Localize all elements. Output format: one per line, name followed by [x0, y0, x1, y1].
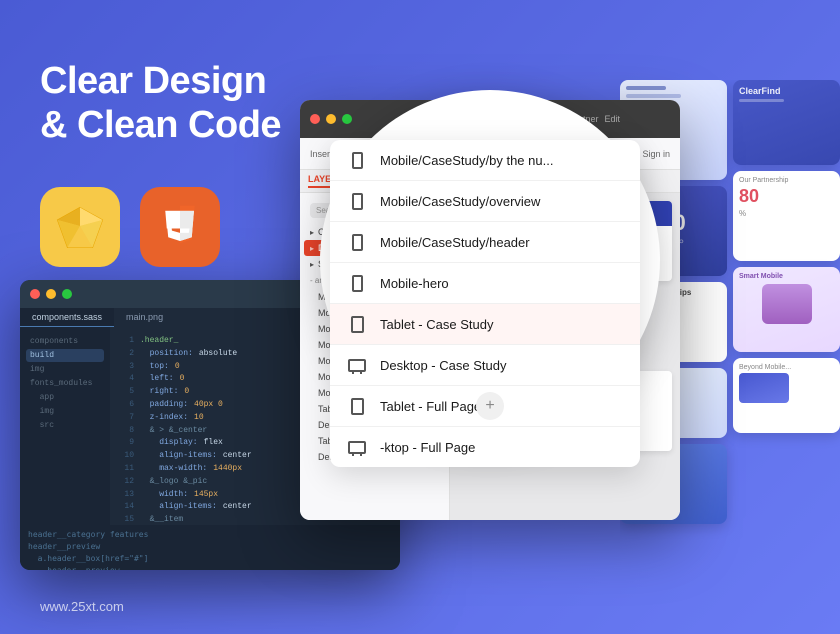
tablet-icon-2	[346, 397, 368, 415]
logos-row	[40, 187, 320, 267]
preview-thumb-8: Smart Mobile	[733, 267, 840, 352]
preview-thumb-6: ClearFind	[733, 80, 840, 165]
html5-logo	[140, 187, 220, 267]
sidebar-item: components	[26, 335, 104, 348]
minimize-dot[interactable]	[46, 289, 56, 299]
phone-icon-3	[346, 233, 368, 251]
dropdown-item-3[interactable]: Mobile/CaseStudy/header	[330, 222, 640, 263]
bottom-url: www.25xt.com	[40, 599, 124, 614]
sidebar-item: fonts_modules	[26, 377, 104, 390]
preview-thumb-7: Our Partnership 80 %	[733, 171, 840, 261]
dropdown-item-6[interactable]: Desktop - Case Study	[330, 345, 640, 386]
dropdown-label-8: -ktop - Full Page	[380, 440, 624, 455]
dropdown-item-8[interactable]: -ktop - Full Page	[330, 427, 640, 467]
sketch-logo	[40, 187, 120, 267]
monitor-icon-2	[346, 438, 368, 456]
dropdown-item-2[interactable]: Mobile/CaseStudy/overview	[330, 181, 640, 222]
phone-icon-4	[346, 274, 368, 292]
dropdown-overlay: Mobile/CaseStudy/by the nu... Mobile/Cas…	[310, 80, 670, 440]
close-dot[interactable]	[30, 289, 40, 299]
monitor-icon-1	[346, 356, 368, 374]
sidebar-item: img	[26, 405, 104, 418]
sidebar-item: app	[26, 391, 104, 404]
phone-icon-2	[346, 192, 368, 210]
code-footer: header__category features header__previe…	[20, 525, 400, 570]
sidebar-item: img	[26, 363, 104, 376]
dropdown-label-2: Mobile/CaseStudy/overview	[380, 194, 624, 209]
dropdown-label-6: Desktop - Case Study	[380, 358, 624, 373]
phone-icon-1	[346, 151, 368, 169]
dropdown-label-4: Mobile-hero	[380, 276, 624, 291]
dropdown-label-3: Mobile/CaseStudy/header	[380, 235, 624, 250]
dropdown-label-5: Tablet - Case Study	[380, 317, 624, 332]
sidebar-item: src	[26, 419, 104, 432]
dropdown-label-1: Mobile/CaseStudy/by the nu...	[380, 153, 624, 168]
code-tab-main[interactable]: main.png	[114, 308, 175, 327]
preview-col-2: ClearFind Our Partnership 80 % Smart Mob…	[733, 80, 840, 560]
maximize-dot[interactable]	[62, 289, 72, 299]
dropdown-item-1[interactable]: Mobile/CaseStudy/by the nu...	[330, 140, 640, 181]
code-tab-components[interactable]: components.sass	[20, 308, 114, 327]
headline: Clear Design & Clean Code	[40, 60, 320, 147]
left-panel: Clear Design & Clean Code	[40, 60, 320, 267]
add-page-button[interactable]: +	[476, 392, 504, 420]
dropdown-item-5[interactable]: Tablet - Case Study	[330, 304, 640, 345]
dropdown-item-4[interactable]: Mobile-hero	[330, 263, 640, 304]
preview-thumb-9: Beyond Mobile...	[733, 358, 840, 433]
sidebar-item-active: build	[26, 349, 104, 362]
tablet-icon-1	[346, 315, 368, 333]
